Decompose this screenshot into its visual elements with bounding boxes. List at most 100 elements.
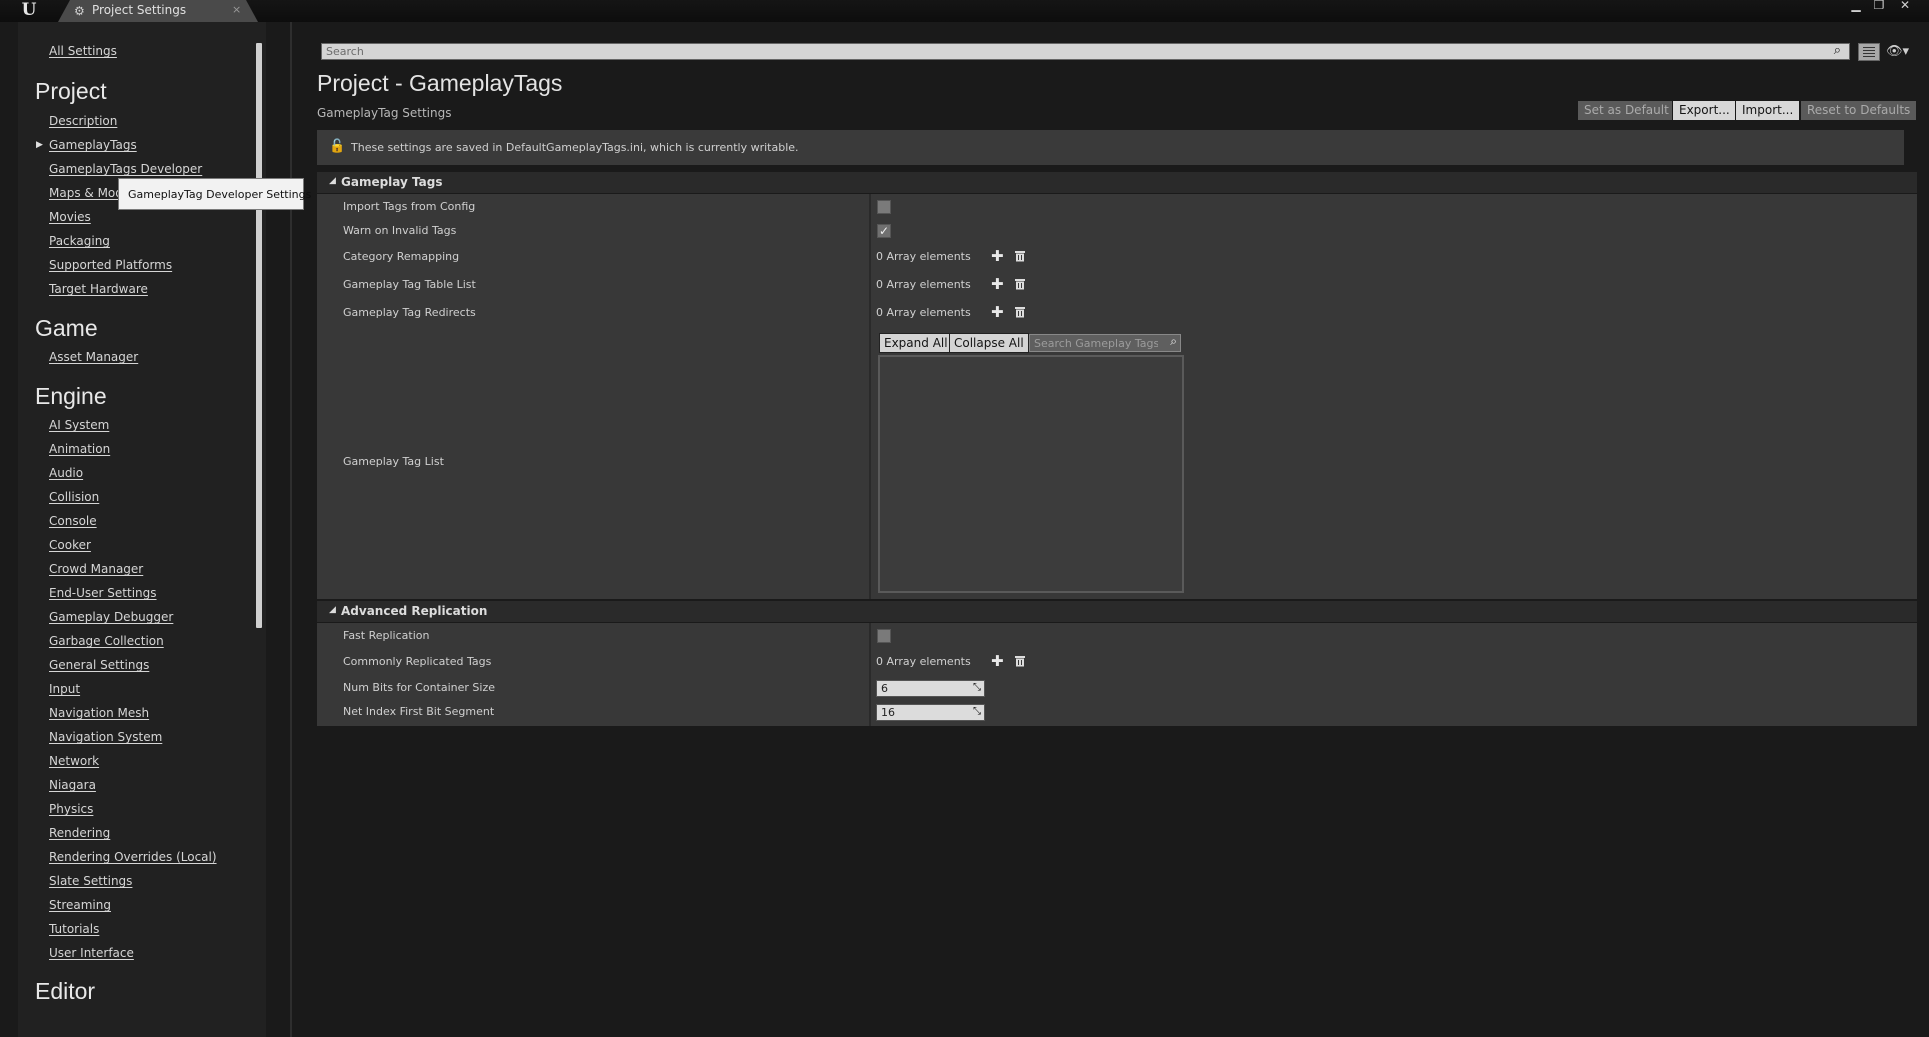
sidebar-item-gameplaytags[interactable]: GameplayTags <box>49 138 137 152</box>
sidebar-item-maps-modes[interactable]: Maps & Mod <box>49 186 123 200</box>
commonly-replicated-tags-label: Commonly Replicated Tags <box>343 655 492 668</box>
sidebar-item-input[interactable]: Input <box>49 682 80 696</box>
minimize-icon[interactable]: ▁ <box>1847 0 1865 12</box>
panel-divider[interactable] <box>290 22 292 1037</box>
sidebar-item-general-settings[interactable]: General Settings <box>49 658 149 672</box>
tab-project-settings[interactable]: ⚙ Project Settings × <box>58 0 258 22</box>
collapse-arrow-icon[interactable]: ◢ <box>329 605 336 615</box>
close-window-icon[interactable]: ✕ <box>1896 0 1914 12</box>
config-info-text: These settings are saved in DefaultGamep… <box>351 141 799 154</box>
fast-replication-checkbox[interactable] <box>877 629 891 643</box>
settings-search[interactable]: ⌕ <box>321 43 1850 60</box>
sidebar-item-rendering[interactable]: Rendering <box>49 826 110 840</box>
search-icon[interactable]: ⌕ <box>1834 43 1841 58</box>
sidebar-item-navigation-system[interactable]: Navigation System <box>49 730 162 744</box>
search-icon: ⌕ <box>1170 334 1177 348</box>
visibility-options-icon[interactable]: 👁▾ <box>1886 44 1909 59</box>
sidebar-heading-editor: Editor <box>35 978 96 1004</box>
collapse-arrow-icon[interactable]: ◢ <box>329 176 336 186</box>
sidebar-item-navigation-mesh[interactable]: Navigation Mesh <box>49 706 149 720</box>
sidebar-item-audio[interactable]: Audio <box>49 466 83 480</box>
reset-to-defaults-button[interactable]: Reset to Defaults <box>1800 100 1918 121</box>
tab-label: Project Settings <box>92 3 187 17</box>
trash-icon[interactable] <box>1015 655 1025 667</box>
sidebar-item-packaging[interactable]: Packaging <box>49 234 110 248</box>
column-separator[interactable] <box>869 623 871 726</box>
close-tab-icon[interactable]: × <box>232 3 241 16</box>
column-separator[interactable] <box>869 194 871 599</box>
unlock-icon: 🔓 <box>329 139 346 154</box>
sidebar-item-asset-manager[interactable]: Asset Manager <box>49 350 138 364</box>
sidebar-item-garbage-collection[interactable]: Garbage Collection <box>49 634 164 648</box>
sidebar-item-animation[interactable]: Animation <box>49 442 110 456</box>
tag-search-input[interactable] <box>1034 336 1158 350</box>
set-as-default-button[interactable]: Set as Default <box>1577 100 1676 121</box>
sidebar-item-network[interactable]: Network <box>49 754 99 768</box>
num-bits-input[interactable]: 6 ⤡ <box>876 680 985 697</box>
add-element-icon[interactable]: ✚ <box>991 249 1004 264</box>
spin-arrows-icon[interactable]: ⤡ <box>973 706 981 717</box>
trash-icon[interactable] <box>1015 306 1025 318</box>
export-button[interactable]: Export... <box>1672 100 1737 121</box>
section-title: Advanced Replication <box>341 604 488 618</box>
num-bits-value: 6 <box>881 682 888 695</box>
list-view-icon <box>1863 47 1875 57</box>
restore-icon[interactable]: ❐ <box>1870 0 1888 12</box>
search-input[interactable] <box>326 44 1806 59</box>
category-remapping-label: Category Remapping <box>343 250 460 263</box>
net-index-input[interactable]: 16 ⤡ <box>876 704 985 721</box>
expand-all-button[interactable]: Expand All <box>879 333 953 353</box>
sidebar-item-ai-system[interactable]: AI System <box>49 418 109 432</box>
page-title: Project - GameplayTags <box>317 70 563 96</box>
warn-invalid-tags-checkbox[interactable]: ✓ <box>877 224 891 238</box>
sidebar-item-gameplaytags-developer[interactable]: GameplayTags Developer <box>49 162 202 176</box>
sidebar-heading-game: Game <box>35 315 98 341</box>
tag-list-label: Gameplay Tag List <box>343 455 444 468</box>
sidebar-item-end-user-settings[interactable]: End-User Settings <box>49 586 157 600</box>
sidebar-item-rendering-overrides[interactable]: Rendering Overrides (Local) <box>49 850 217 864</box>
net-index-value: 16 <box>881 706 895 719</box>
sidebar-scrollbar[interactable] <box>256 43 262 628</box>
sidebar-item-target-hardware[interactable]: Target Hardware <box>49 282 148 296</box>
sidebar-item-slate-settings[interactable]: Slate Settings <box>49 874 132 888</box>
sidebar-item-supported-platforms[interactable]: Supported Platforms <box>49 258 172 272</box>
fast-replication-label: Fast Replication <box>343 629 430 642</box>
sidebar-item-cooker[interactable]: Cooker <box>49 538 91 552</box>
page-subtitle: GameplayTag Settings <box>317 106 452 120</box>
import-button[interactable]: Import... <box>1735 100 1801 121</box>
section-title: Gameplay Tags <box>341 175 443 189</box>
section-gameplay-tags[interactable]: ◢ Gameplay Tags <box>317 172 1917 193</box>
array-count: 0 Array elements <box>876 250 971 263</box>
sidebar-item-tutorials[interactable]: Tutorials <box>49 922 99 936</box>
tag-table-list-label: Gameplay Tag Table List <box>343 278 476 291</box>
sidebar-item-all-settings[interactable]: All Settings <box>49 44 117 58</box>
add-element-icon[interactable]: ✚ <box>991 654 1004 669</box>
sidebar-heading-project: Project <box>35 78 107 104</box>
tag-tree-view[interactable] <box>878 355 1184 593</box>
config-info-bar: 🔓 These settings are saved in DefaultGam… <box>317 130 1904 165</box>
warn-invalid-tags-label: Warn on Invalid Tags <box>343 224 457 237</box>
add-element-icon[interactable]: ✚ <box>991 305 1004 320</box>
spin-arrows-icon[interactable]: ⤡ <box>973 682 981 693</box>
sidebar-item-crowd-manager[interactable]: Crowd Manager <box>49 562 143 576</box>
sidebar-item-description[interactable]: Description <box>49 114 117 128</box>
sidebar-item-niagara[interactable]: Niagara <box>49 778 96 792</box>
net-index-label: Net Index First Bit Segment <box>343 705 495 718</box>
title-bar: U ⚙ Project Settings × ▁ ❐ ✕ <box>0 0 1929 22</box>
trash-icon[interactable] <box>1015 278 1025 290</box>
tag-search-box[interactable]: ⌕ <box>1029 334 1181 352</box>
sidebar-item-user-interface[interactable]: User Interface <box>49 946 134 960</box>
sidebar-item-console[interactable]: Console <box>49 514 97 528</box>
import-tags-checkbox[interactable] <box>877 200 891 214</box>
section-advanced-replication[interactable]: ◢ Advanced Replication <box>317 601 1917 622</box>
sidebar-item-physics[interactable]: Physics <box>49 802 93 816</box>
trash-icon[interactable] <box>1015 250 1025 262</box>
sidebar-item-gameplay-debugger[interactable]: Gameplay Debugger <box>49 610 173 624</box>
sidebar-item-streaming[interactable]: Streaming <box>49 898 111 912</box>
add-element-icon[interactable]: ✚ <box>991 277 1004 292</box>
num-bits-label: Num Bits for Container Size <box>343 681 496 694</box>
list-view-button[interactable] <box>1858 43 1880 61</box>
sidebar-item-movies[interactable]: Movies <box>49 210 91 224</box>
sidebar-item-collision[interactable]: Collision <box>49 490 99 504</box>
collapse-all-button[interactable]: Collapse All <box>949 333 1029 353</box>
